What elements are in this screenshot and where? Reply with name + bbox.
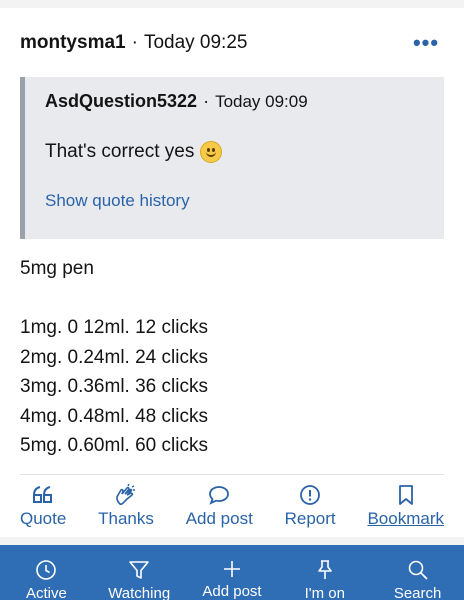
post-timestamp[interactable]: Today 09:25 bbox=[144, 32, 248, 54]
quote-text: That's correct yes bbox=[45, 141, 223, 163]
bookmark-icon bbox=[397, 483, 415, 507]
nav-label-watching: Watching bbox=[108, 585, 171, 600]
nav-item-add-post[interactable]: Add post bbox=[186, 545, 278, 600]
post-body-line: 5mg pen bbox=[20, 258, 94, 279]
report-label: Report bbox=[284, 509, 336, 528]
speech-bubble-icon bbox=[208, 483, 230, 507]
top-divider-strip bbox=[0, 0, 464, 8]
smiling-face-emoji-icon bbox=[200, 141, 223, 163]
show-quote-history-link[interactable]: Show quote history bbox=[45, 191, 190, 211]
plus-icon bbox=[222, 559, 242, 579]
thanks-label: Thanks bbox=[98, 509, 154, 528]
actions-divider bbox=[20, 474, 444, 475]
alert-circle-icon bbox=[299, 483, 321, 507]
post-header: montysma1 · Today 09:25 ••• bbox=[20, 30, 444, 56]
more-options-button[interactable]: ••• bbox=[412, 30, 440, 56]
post-actions-bar: Quote Thanks Add post Report Bookmark bbox=[20, 483, 444, 533]
report-button[interactable]: Report bbox=[285, 483, 336, 533]
nav-label-im-on: I'm on bbox=[304, 585, 345, 600]
nav-item-search[interactable]: Search bbox=[372, 545, 464, 600]
nav-label-active: Active bbox=[25, 585, 67, 600]
post-body: 5mg pen 1mg. 0 12ml. 12 clicks 2mg. 0.24… bbox=[20, 254, 444, 461]
thanks-button[interactable]: Thanks bbox=[98, 483, 154, 533]
post-body-line bbox=[20, 284, 444, 314]
nav-item-active[interactable]: Active bbox=[0, 545, 92, 600]
bookmark-button[interactable]: Bookmark bbox=[367, 483, 444, 533]
quote-text-content: That's correct yes bbox=[45, 141, 195, 162]
quote-block: AsdQuestion5322 · Today 09:09 That's cor… bbox=[20, 77, 444, 239]
search-icon bbox=[407, 559, 429, 581]
clock-icon bbox=[35, 559, 57, 581]
post-body-line: 1mg. 0 12ml. 12 clicks bbox=[20, 317, 208, 338]
quote-header: AsdQuestion5322 · Today 09:09 bbox=[45, 91, 308, 112]
quote-timestamp[interactable]: Today 09:09 bbox=[215, 92, 308, 112]
quote-icon bbox=[32, 483, 54, 507]
add-post-label: Add post bbox=[185, 509, 253, 528]
post-body-line: 5mg. 0.60ml. 60 clicks bbox=[20, 435, 208, 456]
filter-icon bbox=[128, 559, 150, 581]
quote-separator: · bbox=[203, 91, 210, 111]
bottom-navigation-bar: Active Watching Add post I'm on Search bbox=[0, 545, 464, 600]
quote-button[interactable]: Quote bbox=[20, 483, 66, 533]
post-body-line: 3mg. 0.36ml. 36 clicks bbox=[20, 376, 208, 397]
bookmark-label: Bookmark bbox=[367, 509, 444, 528]
post-author[interactable]: montysma1 bbox=[20, 32, 126, 54]
quote-label: Quote bbox=[20, 509, 67, 528]
post-body-line: 4mg. 0.48ml. 48 clicks bbox=[20, 405, 208, 427]
nav-label-add-post: Add post bbox=[202, 583, 262, 600]
add-post-button[interactable]: Add post bbox=[186, 483, 253, 533]
clapping-hands-icon bbox=[114, 483, 138, 507]
pin-icon bbox=[315, 559, 335, 581]
nav-label-search: Search bbox=[393, 585, 442, 600]
section-gap-strip bbox=[0, 537, 464, 545]
quote-author[interactable]: AsdQuestion5322 bbox=[45, 91, 197, 112]
nav-item-watching[interactable]: Watching bbox=[93, 545, 185, 600]
post-body-line: 2mg. 0.24ml. 24 clicks bbox=[20, 346, 208, 368]
nav-item-im-on[interactable]: I'm on bbox=[279, 545, 371, 600]
post-separator: · bbox=[131, 32, 138, 53]
